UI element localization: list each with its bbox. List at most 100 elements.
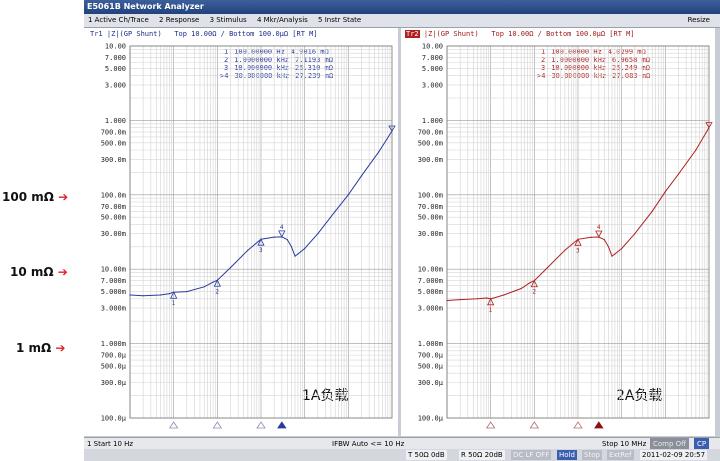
trace1-ytick-label: 50.00m — [101, 214, 126, 222]
trace1-data-point — [168, 292, 171, 295]
trace1-grid — [129, 45, 392, 419]
trace2-ytick-label: 5.000 — [422, 65, 443, 73]
trace1-data-point — [273, 236, 275, 238]
trace1-data-point — [347, 194, 349, 196]
trace2-id[interactable]: Tr2 — [405, 30, 420, 38]
trace2-marker-row-4: >4 30.000000 kHz 27.083 mΩ — [537, 72, 650, 80]
trace1-marker-label: 2 — [215, 288, 219, 295]
trace1-ytick-label: 7.000m — [101, 277, 126, 285]
trace2-chart[interactable]: 1 100.00000 Hz 4.0299 mΩ 2 1.0000000 kHz 6.9… — [401, 40, 715, 436]
trace1-ytick-label: 3.000m — [101, 305, 126, 313]
dc-lf-status[interactable]: DC LF OFF — [511, 450, 552, 460]
trace2-data-point — [529, 282, 531, 284]
menu-mkr-analysis[interactable]: 4 Mkr/Analysis — [257, 16, 308, 24]
trace2-data-point — [603, 238, 605, 241]
trace2-ytick-label: 5.000m — [418, 288, 443, 296]
r-port-setting[interactable]: R 50Ω 20dB — [459, 450, 505, 460]
trace1-panel: Tr1 |Z|(GP Shunt) Top 10.00Ω / Bottom 10… — [84, 28, 398, 436]
trace2-data-point — [446, 299, 448, 302]
trace1-stimulus-marker — [277, 421, 287, 429]
trace1-ytick-label: 100.0m — [101, 191, 126, 199]
trace1-header: Tr1 |Z|(GP Shunt) Top 10.00Ω / Bottom 10… — [84, 28, 398, 40]
trace2-ytick-label: 3.000m — [418, 305, 443, 313]
trace2-data-point — [614, 253, 616, 255]
trace1-ytick-label: 500.0μ — [101, 362, 127, 370]
trace1-ytick-label: 700.0μ — [101, 352, 127, 360]
trace1-ytick-label: 1.000m — [101, 340, 126, 348]
trace1-data-point — [304, 247, 306, 250]
trace2-data-point — [634, 233, 636, 235]
trace1-ytick-label: 100.0μ — [101, 415, 127, 423]
trace1-id[interactable]: Tr1 — [90, 30, 103, 38]
network-analyzer-window: E5061B Network Analyzer 1 Active Ch/Trac… — [84, 0, 720, 461]
trace2-marker-label: 2 — [532, 289, 536, 296]
trace1-ytick-label: 70.00m — [101, 203, 126, 211]
trace1-data-point — [378, 151, 380, 153]
annotation-100m: 100 mΩ ➔ — [2, 190, 69, 204]
trace2-data-point — [590, 236, 592, 238]
trace2-ytick-label: 7.000m — [418, 277, 443, 285]
trace2-data-point — [546, 267, 549, 269]
trace2-data-point — [459, 299, 461, 301]
trace1-marker-label: 3 — [259, 247, 263, 254]
annotation-10m: 10 mΩ ➔ — [10, 265, 68, 279]
arrow-right-icon: ➔ — [57, 265, 68, 279]
trace2-data-point — [503, 294, 505, 296]
trace1-data-point — [142, 295, 144, 297]
trace1-ytick-label: 7.000 — [105, 54, 126, 62]
trace1-data-point — [247, 249, 249, 251]
trace2-ytick-label: 700.0m — [418, 128, 443, 136]
trace1-marker-label: 1 — [172, 300, 176, 307]
trace2-data-point — [607, 246, 610, 248]
extref-status[interactable]: ExtRef — [607, 450, 634, 460]
trace2-marker-row-3: 3 10.000000 kHz 25.249 mΩ — [541, 64, 650, 72]
trace2-ytick-label: 10.00 — [422, 43, 443, 51]
trace2-ytick-label: 10.00m — [418, 266, 443, 274]
trace2-marker-label: 1 — [489, 307, 493, 314]
hold-button[interactable]: Hold — [557, 450, 577, 460]
menu-instr-state[interactable]: 5 Instr State — [318, 16, 361, 24]
t-port-setting[interactable]: T 50Ω 0dB — [406, 450, 447, 460]
trace2-data-point — [695, 149, 697, 151]
trace1-ytick-label: 5.000 — [105, 65, 126, 73]
arrow-right-icon: ➔ — [55, 341, 66, 355]
trace1-marker-label: 4 — [280, 224, 284, 231]
trace2-header-text: |Z|(GP Shunt) Top 10.00Ω / Bottom 100.0μ… — [423, 30, 635, 38]
trace2-ytick-label: 1.000m — [418, 340, 443, 348]
trace2-ytick-label: 3.000 — [422, 81, 443, 89]
menu-active-ch-trace[interactable]: 1 Active Ch/Trace — [88, 16, 149, 24]
trace2-marker-label: 3 — [576, 247, 580, 254]
trace1-data-point — [297, 253, 299, 255]
trace1-data-point — [334, 210, 336, 212]
trace2-ytick-label: 50.00m — [418, 214, 443, 222]
trace2-ytick-label: 70.00m — [418, 203, 443, 211]
date-time: 2011-02-09 20:57 — [640, 450, 708, 460]
menu-stimulus[interactable]: 3 Stimulus — [210, 16, 247, 24]
trace2-stimulus-marker — [573, 421, 583, 429]
trace1-data-point — [294, 255, 296, 257]
trace1-marker-row-4: >4 30.000000 kHz 27.239 mΩ — [220, 72, 333, 80]
trace1-marker-row-3: 3 10.000000 kHz 25.310 mΩ — [224, 64, 333, 72]
trace2-stimulus-marker — [529, 421, 540, 429]
trace2-data-point — [485, 297, 488, 299]
window-title: E5061B Network Analyzer — [84, 0, 720, 14]
trace1-ytick-label: 5.000m — [101, 288, 126, 296]
trace2-data-point — [476, 298, 479, 300]
trace1-ytick-label: 300.0μ — [101, 379, 127, 387]
menu-response[interactable]: 2 Response — [159, 16, 199, 24]
menu-bar: 1 Active Ch/Trace 2 Response 3 Stimulus … — [84, 14, 720, 28]
trace2-ytick-label: 700.0μ — [418, 352, 444, 360]
trace1-chart[interactable]: 1 100.00000 Hz 4.9016 mΩ 2 1.0000000 kHz 7.1… — [84, 40, 398, 436]
trace1-ytick-label: 10.00 — [105, 43, 126, 51]
resize-button[interactable]: Resize — [688, 14, 710, 27]
trace2-stimulus-marker — [485, 421, 496, 429]
trace2-data-point — [651, 210, 653, 212]
trace2-ytick-label: 500.0m — [418, 139, 443, 147]
stop-status[interactable]: Stop — [582, 450, 602, 460]
trace2-grid — [446, 45, 709, 419]
trace1-data-point — [229, 267, 232, 269]
trace2-ytick-label: 30.00m — [418, 230, 443, 238]
trace2-data-point — [520, 287, 522, 290]
trace1-data-point — [159, 294, 162, 296]
trace2-ytick-label: 1.000 — [422, 117, 443, 125]
